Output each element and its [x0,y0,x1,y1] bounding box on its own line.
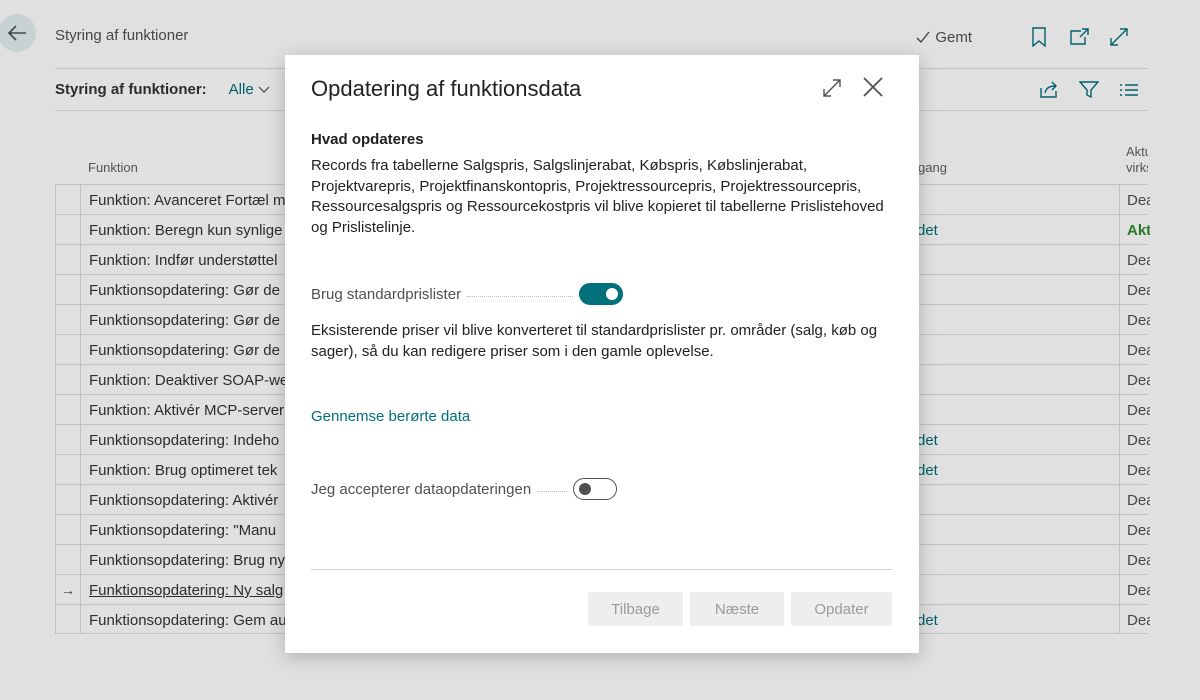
update-button[interactable]: Opdater [791,592,892,626]
use-default-price-lists-label: Brug standardprislister [311,285,462,303]
use-default-price-lists-toggle[interactable] [579,283,624,305]
field-leader-dots [467,295,574,297]
conversion-note: Eksisterende priser vil blive konvertere… [311,322,878,360]
expand-icon [823,79,841,97]
update-description: Records fra tabellerne Salgspris, Salgsl… [311,157,884,236]
use-default-price-lists-field: Brug standardprislister [311,283,624,305]
section-heading: Hvad opdateres [311,131,424,148]
accept-data-update-label: Jeg accepterer dataopdateringen [311,480,532,498]
footer-divider [311,569,892,570]
accept-data-update-field: Jeg accepterer dataopdateringen [311,478,618,500]
dialog-title: Opdatering af funktionsdata [311,76,582,101]
field-leader-dots [537,490,568,492]
review-affected-data-link[interactable]: Gennemse berørte data [311,408,470,425]
expand-dialog-button[interactable] [821,77,843,99]
close-icon [863,77,883,97]
close-dialog-button[interactable] [861,75,885,99]
feature-data-update-dialog: Opdatering af funktionsdata Hvad opdater… [285,55,919,653]
accept-data-update-toggle[interactable] [573,478,618,500]
next-step-button[interactable]: Næste [690,592,784,626]
back-step-button[interactable]: Tilbage [588,592,683,626]
